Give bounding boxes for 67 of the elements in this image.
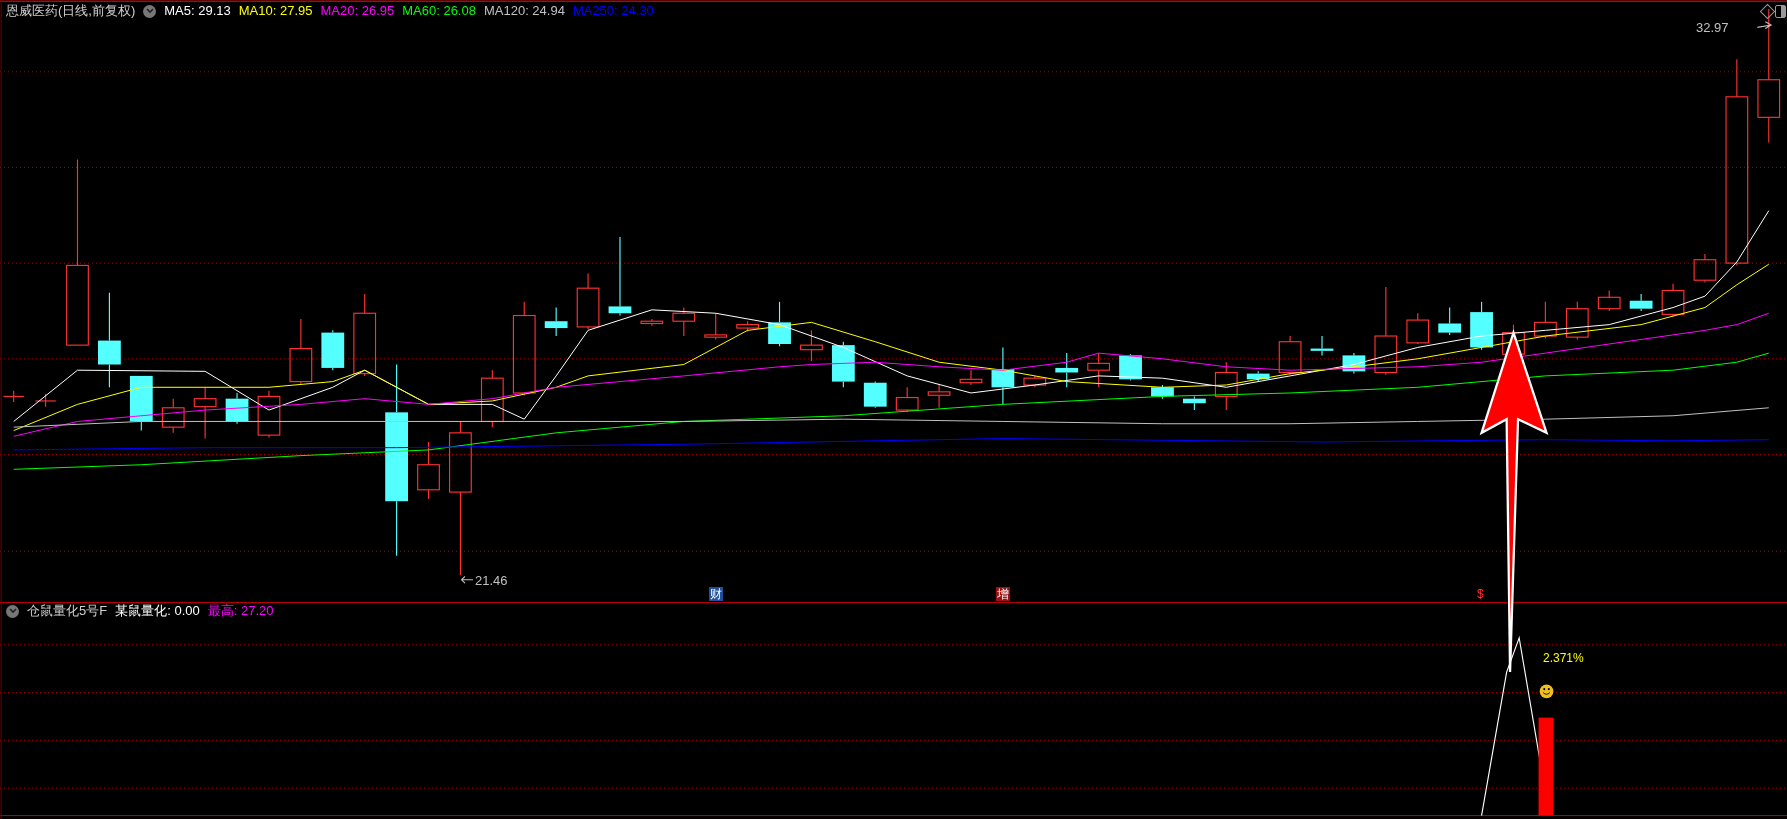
candlestick xyxy=(863,381,887,409)
candlestick xyxy=(927,383,951,409)
dropdown-icon[interactable] xyxy=(6,604,19,618)
indicator-title: 仓鼠量化5号F xyxy=(27,602,108,620)
candlestick xyxy=(2,390,25,403)
price-label: 21.46 xyxy=(475,573,508,589)
candlestick xyxy=(1342,352,1366,375)
candlestick xyxy=(959,369,983,386)
candlestick xyxy=(1087,352,1111,388)
candlestick xyxy=(1597,289,1621,312)
moving-average-value: MA60: 26.08 xyxy=(402,2,476,20)
candlestick xyxy=(257,390,281,438)
candlestick xyxy=(1661,283,1685,318)
candlestick xyxy=(1438,307,1462,336)
moving-average-value: MA250: 24.30 xyxy=(572,2,654,20)
candlestick xyxy=(1055,352,1079,388)
candlestick xyxy=(129,375,153,432)
candlestick xyxy=(544,307,568,337)
candlestick xyxy=(34,393,57,408)
candlestick xyxy=(672,307,696,337)
candlestick xyxy=(1023,375,1047,388)
candlestick xyxy=(1693,253,1717,284)
candlestick xyxy=(417,441,440,500)
candlestick xyxy=(1470,301,1493,351)
candlestick xyxy=(225,392,249,425)
candlestick xyxy=(1214,361,1238,411)
event-marker: 增 xyxy=(996,587,1010,601)
arrow-icon xyxy=(1756,21,1773,30)
candlestick xyxy=(768,301,791,347)
indicator-value: 最高: 27.20 xyxy=(207,602,274,620)
candlestick xyxy=(161,398,185,434)
moving-average-value: MA20: 26.95 xyxy=(320,2,395,20)
candlestick xyxy=(704,312,728,340)
candlestick xyxy=(321,329,345,371)
moving-average-value: MA120: 24.94 xyxy=(483,2,565,20)
candlestick xyxy=(991,346,1015,405)
candlestick xyxy=(1183,395,1206,411)
panel-toggle-icon[interactable] xyxy=(1775,5,1786,18)
candlestick xyxy=(576,272,600,330)
candlestick xyxy=(1629,293,1653,312)
moving-average-value: MA5: 29.13 xyxy=(164,2,231,20)
candlestick xyxy=(480,369,504,428)
arrow-icon xyxy=(460,575,474,584)
candlestick xyxy=(289,318,313,385)
candlestick xyxy=(1565,301,1589,340)
smiley-icon xyxy=(1539,684,1554,699)
indicator-value: 某鼠量化: 0.00 xyxy=(115,602,200,620)
candlestick xyxy=(895,386,919,413)
dropdown-icon[interactable] xyxy=(143,4,157,18)
candlestick xyxy=(1119,353,1142,381)
chart-title: 恩威医药(日线,前复权) xyxy=(6,2,136,20)
candlestick xyxy=(736,320,760,333)
candlestick xyxy=(800,329,823,362)
candlestick xyxy=(1278,335,1302,376)
candlestick xyxy=(831,341,855,388)
candlestick xyxy=(1406,312,1430,345)
candlestick xyxy=(1310,335,1334,356)
signal-text: 2.371% xyxy=(1543,651,1584,665)
candlestick xyxy=(193,386,217,440)
event-marker: $ xyxy=(1476,587,1485,601)
candlestick xyxy=(1246,370,1270,383)
event-marker: 财 xyxy=(709,587,723,601)
moving-average-value: MA10: 27.95 xyxy=(238,2,313,20)
candlestick xyxy=(1534,301,1557,339)
candlestick xyxy=(1151,384,1174,400)
price-label: 32.97 xyxy=(1696,20,1729,36)
candlestick xyxy=(640,318,664,327)
